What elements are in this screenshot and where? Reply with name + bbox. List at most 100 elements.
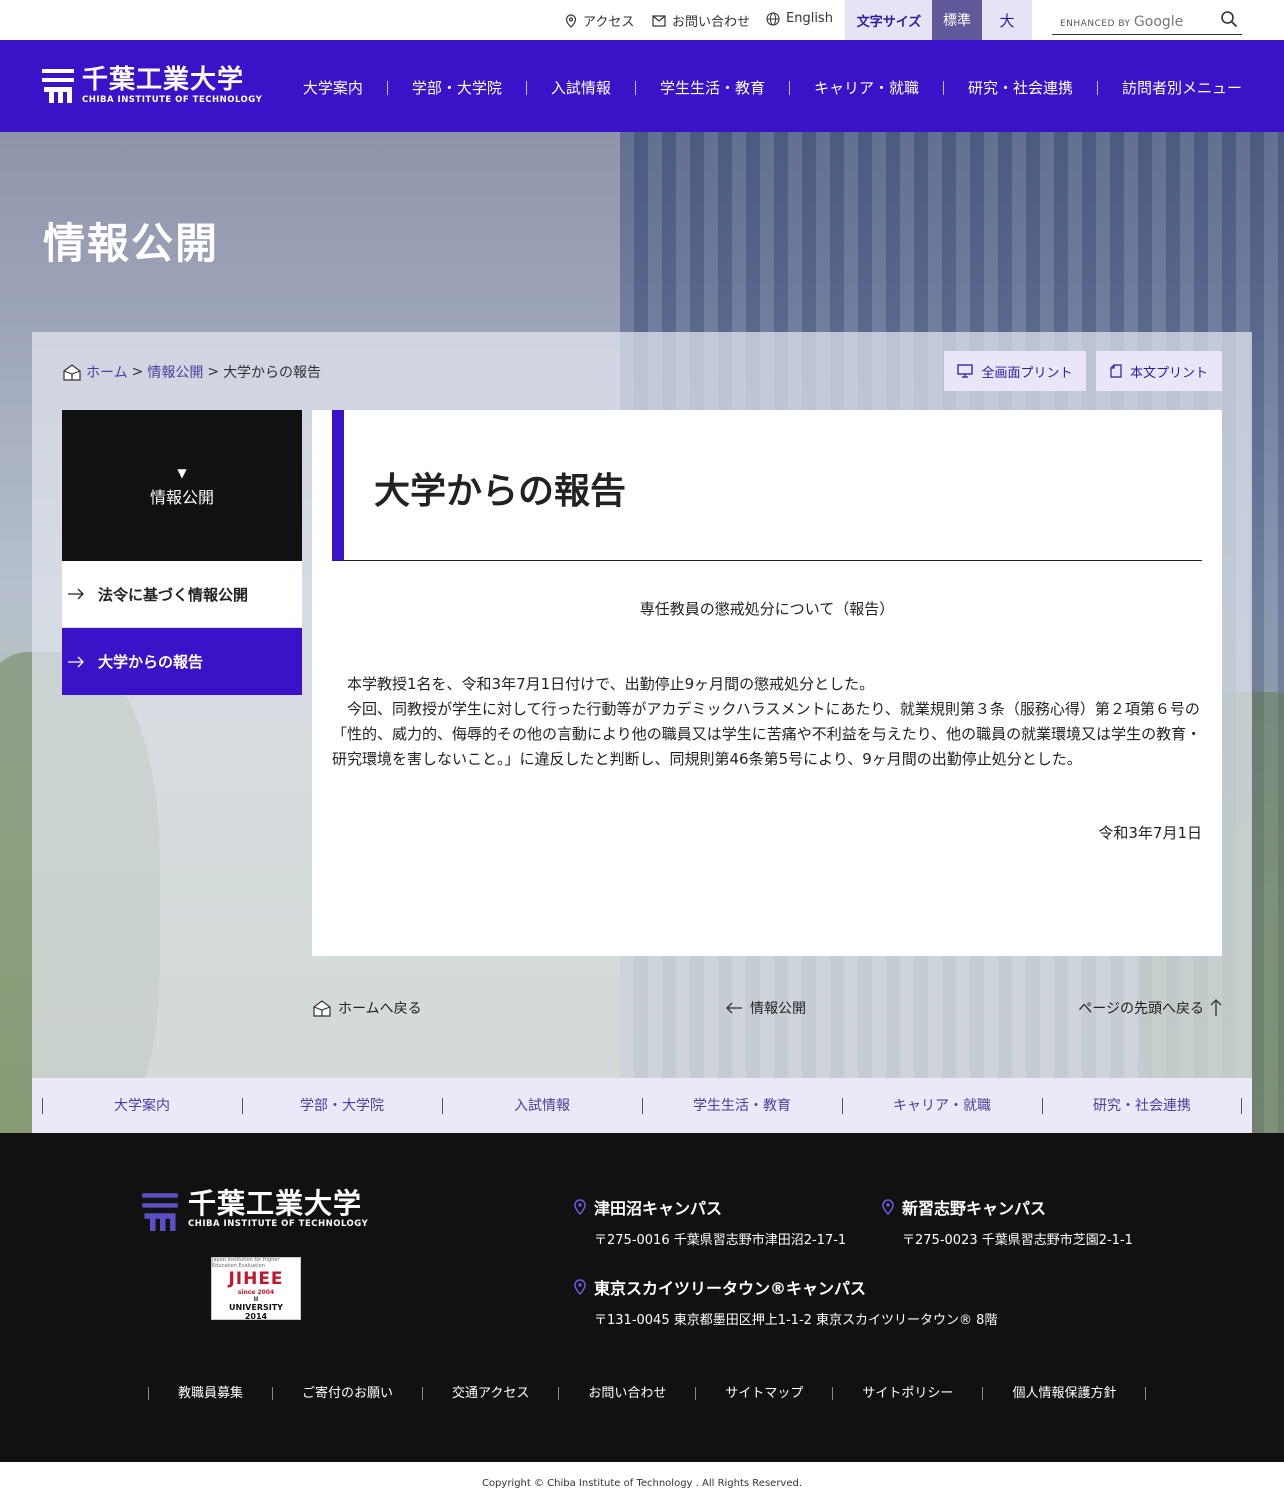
search-brand: ENHANCED BY Google [1060, 14, 1184, 30]
back-parent-link[interactable]: 情報公開 [726, 998, 806, 1018]
side-nav: ▼ 情報公開 法令に基づく情報公開 大学からの報告 [62, 410, 302, 695]
breadcrumb-home[interactable]: ホーム [86, 362, 128, 382]
document-icon [1110, 364, 1122, 378]
english-label: English [786, 11, 833, 26]
content-panel: ホーム > 情報公開 > 大学からの報告 全画面プリント 本文プリント ▼ 情報… [32, 332, 1252, 1078]
home-icon [313, 1000, 331, 1017]
location-pin-icon [882, 1199, 894, 1215]
footer-link-privacy[interactable]: 個人情報保護方針 [982, 1387, 1147, 1400]
back-parent-label: 情報公開 [750, 1001, 806, 1017]
home-icon [63, 364, 81, 381]
print-body-button[interactable]: 本文プリント [1096, 351, 1222, 391]
breadcrumb-current: 大学からの報告 [223, 365, 322, 381]
location-pin-icon [574, 1199, 586, 1215]
arrow-left-icon [726, 1002, 742, 1014]
page-top-link[interactable]: ページの先頭へ戻る [1078, 998, 1222, 1018]
breadcrumb-separator: > [131, 364, 144, 380]
campus-name: 津田沼キャンパス [594, 1199, 723, 1218]
search-input[interactable]: ENHANCED BY Google [1052, 6, 1242, 35]
font-size-standard-button[interactable]: 標準 [932, 0, 982, 40]
subnav-faculties[interactable]: 学部・大学院 [242, 1097, 442, 1114]
footer-links: 教職員募集 ご寄付のお願い 交通アクセス お問い合わせ サイトマップ サイトポリ… [148, 1387, 1147, 1400]
print-full-label: 全画面プリント [981, 365, 1073, 381]
logo-name-en: CHIBA INSTITUTE OF TECHNOLOGY [82, 95, 263, 105]
footer-logo-name-jp: 千葉工業大学 [188, 1187, 363, 1220]
access-link[interactable]: アクセス [565, 11, 634, 30]
badge-title: JIHEE [228, 1268, 284, 1289]
footer-link-access[interactable]: 交通アクセス [422, 1387, 558, 1400]
footer-link-donation[interactable]: ご寄付のお願い [272, 1387, 422, 1400]
gnav-student-life[interactable]: 学生生活・教育 [634, 81, 789, 96]
campus-name: 新習志野キャンパス [902, 1199, 1047, 1218]
gnav-about[interactable]: 大学案内 [279, 81, 387, 96]
side-nav-header[interactable]: ▼ 情報公開 [62, 410, 302, 561]
footer-category-nav: 大学案内 学部・大学院 入試情報 学生生活・教育 キャリア・就職 研究・社会連携 [32, 1078, 1252, 1133]
gnav-career[interactable]: キャリア・就職 [788, 81, 943, 96]
breadcrumb-separator: > [207, 364, 220, 380]
badge-university: UNIVERSITY [229, 1302, 283, 1312]
font-size-large-button[interactable]: 大 [982, 0, 1032, 40]
global-nav: 大学案内 学部・大学院 入試情報 学生生活・教育 キャリア・就職 研究・社会連携… [279, 78, 1242, 98]
subnav-research[interactable]: 研究・社会連携 [1042, 1097, 1242, 1114]
badge-year: 2014 [244, 1311, 268, 1321]
footer-link-sitemap[interactable]: サイトマップ [695, 1387, 832, 1400]
side-nav-item-university-reports[interactable]: 大学からの報告 [62, 628, 302, 695]
back-home-link[interactable]: ホームへ戻る [312, 998, 422, 1018]
contact-link[interactable]: お問い合わせ [652, 11, 750, 30]
print-full-button[interactable]: 全画面プリント [944, 351, 1086, 391]
campus-tsudanuma: 津田沼キャンパス 〒275-0016 千葉県習志野市津田沼2-17-1 [574, 1195, 846, 1248]
footer-link-site-policy[interactable]: サイトポリシー [832, 1387, 982, 1400]
subnav-admissions[interactable]: 入試情報 [442, 1097, 642, 1114]
side-nav-title: 情報公開 [149, 488, 214, 507]
back-home-label: ホームへ戻る [338, 1001, 422, 1017]
arrow-right-icon [68, 656, 84, 667]
english-link[interactable]: English [766, 11, 833, 26]
campus-skytree-town: 東京スカイツリータウン®キャンパス 〒131-0045 東京都墨田区押上1-1-… [574, 1275, 997, 1328]
mail-icon [652, 14, 666, 27]
badge-org-name: Japan Institution for Higher Education E… [212, 1256, 280, 1269]
document-body: 本学教授1名を、令和3年7月1日付けで、出勤停止9ヶ月間の懲戒処分とした。 今回… [332, 672, 1202, 772]
gnav-faculties[interactable]: 学部・大学院 [386, 81, 526, 96]
site-logo[interactable]: 千葉工業大学 CHIBA INSTITUTE OF TECHNOLOGY [42, 67, 262, 105]
page-bottom-links: ホームへ戻る 情報公開 ページの先頭へ戻る [312, 998, 1222, 1022]
arrow-up-icon [1210, 999, 1222, 1016]
access-label: アクセス [583, 15, 635, 30]
hero-background: 情報公開 ホーム > 情報公開 > 大学からの報告 全画面プリント 本文プリント… [0, 132, 1284, 1133]
campus-address: 〒131-0045 東京都墨田区押上1-1-2 東京スカイツリータウン® 8階 [594, 1313, 998, 1328]
gnav-admissions[interactable]: 入試情報 [525, 81, 635, 96]
body-paragraph: 今回、同教授が学生に対して行った行動等がアカデミックハラスメントにあたり、就業規… [332, 700, 1202, 768]
document-date: 令和3年7月1日 [1098, 824, 1202, 842]
cit-logo-mark-icon [42, 69, 74, 103]
subnav-career[interactable]: キャリア・就職 [842, 1097, 1042, 1114]
campus-name: 東京スカイツリータウン®キャンパス [594, 1279, 867, 1298]
campus-shin-narashino: 新習志野キャンパス 〒275-0023 千葉県習志野市芝園2-1-1 [882, 1195, 1133, 1248]
subnav-about[interactable]: 大学案内 [42, 1097, 242, 1114]
badge-roman: II [253, 1295, 259, 1303]
cit-logo-mark-icon [142, 1193, 178, 1231]
gnav-visitor-menu[interactable]: 訪問者別メニュー [1096, 81, 1242, 96]
location-pin-icon [574, 1279, 586, 1295]
footer-logo[interactable]: 千葉工業大学 CHIBA INSTITUTE OF TECHNOLOGY [142, 1187, 368, 1231]
contact-label: お問い合わせ [672, 15, 751, 30]
side-nav-item-legal-disclosure[interactable]: 法令に基づく情報公開 [62, 561, 302, 628]
side-nav-item-label: 大学からの報告 [98, 653, 204, 671]
footer-link-recruit[interactable]: 教職員募集 [148, 1387, 272, 1400]
location-pin-icon [565, 13, 577, 28]
side-nav-item-label: 法令に基づく情報公開 [98, 585, 249, 604]
font-size-label: 文字サイズ [845, 0, 933, 40]
gnav-research[interactable]: 研究・社会連携 [942, 81, 1097, 96]
document-title: 専任教員の懲戒処分について（報告） [639, 600, 895, 618]
utility-bar: アクセス お問い合わせ English 文字サイズ 標準 大 ENHANCED … [0, 0, 1284, 40]
page-title: 情報公開 [43, 219, 220, 268]
logo-name-jp: 千葉工業大学 [82, 65, 245, 95]
jihee-certification-badge: Japan Institution for Higher Education E… [211, 1256, 301, 1321]
breadcrumb: ホーム > 情報公開 > 大学からの報告 [62, 362, 321, 382]
subnav-student-life[interactable]: 学生生活・教育 [642, 1097, 842, 1114]
breadcrumb-parent[interactable]: 情報公開 [147, 362, 203, 382]
site-header: 千葉工業大学 CHIBA INSTITUTE OF TECHNOLOGY 大学案… [0, 40, 1284, 132]
campus-address: 〒275-0016 千葉県習志野市津田沼2-17-1 [594, 1233, 847, 1248]
main-content: 大学からの報告 専任教員の懲戒処分について（報告） 本学教授1名を、令和3年7月… [312, 410, 1222, 956]
footer-link-contact[interactable]: お問い合わせ [558, 1387, 695, 1400]
print-body-label: 本文プリント [1129, 365, 1208, 381]
search-icon[interactable] [1220, 10, 1238, 28]
